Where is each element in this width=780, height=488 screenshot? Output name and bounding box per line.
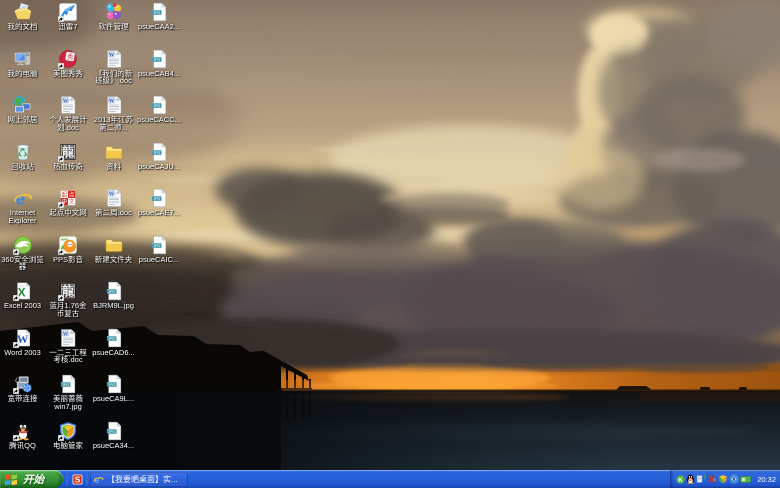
svg-text:e: e — [94, 475, 99, 485]
svg-text:K: K — [678, 476, 683, 483]
svg-text:S: S — [75, 474, 81, 484]
svg-text:): ) — [705, 474, 706, 479]
